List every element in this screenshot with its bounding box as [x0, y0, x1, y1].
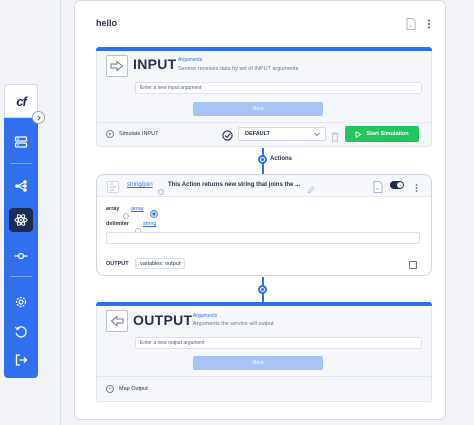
action-output-label: OUTPUT — [106, 261, 129, 267]
action-name-link[interactable]: string/join — [127, 182, 153, 188]
edit-pencil-icon[interactable] — [307, 181, 315, 199]
flow-icon[interactable] — [9, 174, 33, 198]
input-next-button[interactable]: Next — [193, 102, 323, 116]
output-variable-text: variables: output — [140, 261, 181, 267]
content-divider — [60, 0, 61, 425]
param-array-type[interactable]: array — [131, 206, 144, 212]
chevron-down-icon — [314, 132, 320, 137]
input-arrow-icon — [106, 55, 128, 77]
add-action-node[interactable] — [258, 155, 267, 164]
input-description: Service receives data by set of INPUT ar… — [178, 66, 299, 72]
check-circle-icon — [222, 128, 233, 146]
input-label: INPUT — [133, 56, 177, 72]
more-options-icon[interactable] — [426, 17, 432, 35]
document-icon[interactable]: JS — [406, 17, 416, 35]
map-output-label[interactable]: Map Output — [119, 386, 148, 392]
input-arguments-link[interactable]: Arguments — [178, 57, 202, 63]
history-icon[interactable] — [9, 320, 33, 344]
simulation-select[interactable]: DEFAULT — [238, 127, 326, 141]
output-label: OUTPUT — [133, 312, 193, 328]
add-action-node-2[interactable] — [258, 285, 267, 294]
play-icon — [355, 130, 363, 138]
server-icon[interactable] — [9, 130, 33, 154]
flow-title: hello — [96, 18, 118, 28]
action-description: This Action returns new string that join… — [168, 182, 301, 188]
start-simulation-label: Start Simulation — [366, 131, 409, 137]
sidebar — [4, 118, 38, 378]
action-more-options-icon[interactable] — [414, 180, 419, 198]
action-document-icon[interactable]: JS — [373, 180, 383, 198]
add-circle-outline-icon[interactable]: + — [106, 385, 114, 393]
action-enabled-toggle[interactable] — [390, 181, 404, 189]
actions-label: Actions — [270, 156, 293, 162]
commit-icon[interactable] — [9, 244, 33, 268]
param-delimiter-label: delimiter — [106, 221, 129, 227]
output-checkbox[interactable] — [409, 261, 417, 269]
output-argument-field[interactable]: Enter a new output argument — [135, 337, 422, 349]
output-description: Arguments the service will output — [193, 321, 274, 327]
play-circle-icon[interactable] — [106, 130, 114, 138]
chevron-right-icon — [37, 115, 41, 120]
simulation-select-value: DEFAULT — [245, 131, 270, 137]
input-argument-field[interactable]: Enter a new input argument — [135, 82, 422, 94]
info-icon[interactable] — [158, 182, 164, 200]
output-arrow-icon — [106, 310, 128, 332]
simulate-input-label: Simulate INPUT — [119, 131, 159, 137]
trash-icon[interactable] — [331, 129, 339, 147]
function-icon — [107, 180, 119, 198]
svg-text:JS: JS — [409, 24, 413, 28]
start-simulation-button[interactable]: Start Simulation — [345, 126, 419, 142]
output-step: OUTPUT Arguments Arguments the service w… — [96, 302, 432, 402]
param-delimiter-type[interactable]: string — [143, 221, 156, 227]
output-arguments-link[interactable]: Arguments — [193, 313, 217, 319]
param-array-label: array — [106, 206, 120, 212]
svg-text:JS: JS — [376, 187, 380, 191]
output-next-button[interactable]: Next — [193, 356, 323, 370]
logout-icon[interactable] — [9, 348, 33, 372]
delimiter-input[interactable] — [106, 232, 420, 244]
logo-text: cf — [16, 93, 27, 109]
gear-icon[interactable] — [9, 290, 33, 314]
atom-icon[interactable] — [9, 208, 33, 232]
sidebar-expand-button[interactable] — [32, 111, 45, 124]
output-variable-chip[interactable]: variables: output — [135, 258, 186, 269]
